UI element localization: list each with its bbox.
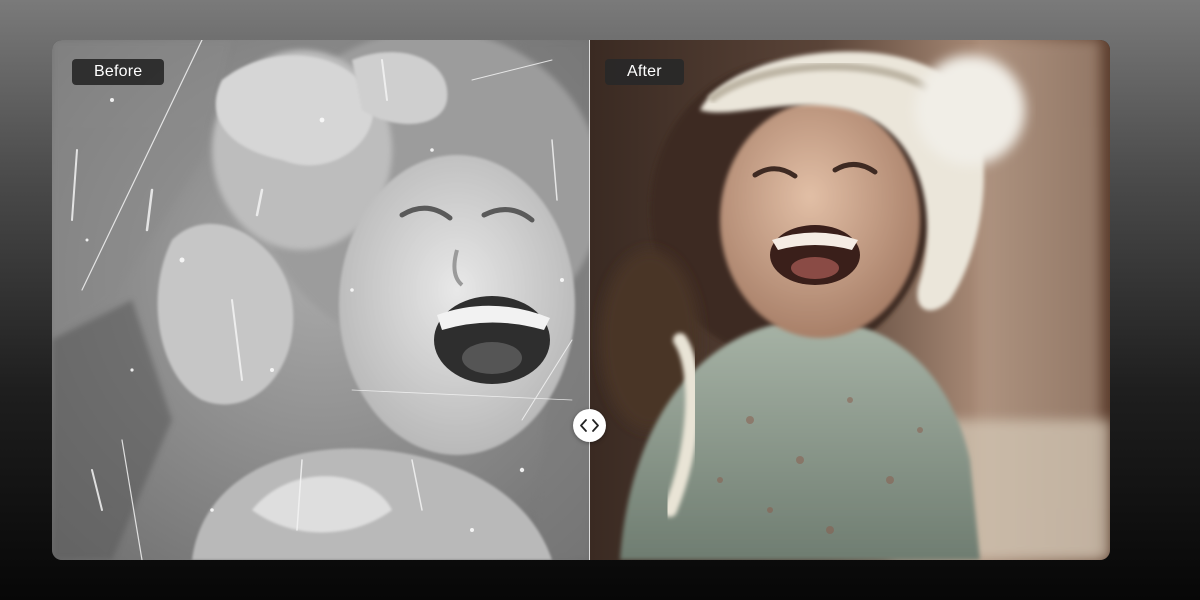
before-photo-illustration (52, 40, 589, 560)
comparison-divider[interactable] (589, 40, 590, 560)
chevron-left-right-icon (580, 419, 599, 432)
before-label: Before (72, 59, 165, 85)
before-image: Before (52, 40, 589, 560)
after-photo-illustration (590, 40, 1110, 560)
comparison-slider-handle[interactable] (573, 409, 606, 442)
before-after-comparison[interactable]: Before After (52, 40, 1110, 560)
after-image: After (590, 40, 1110, 560)
after-label: After (605, 59, 684, 85)
